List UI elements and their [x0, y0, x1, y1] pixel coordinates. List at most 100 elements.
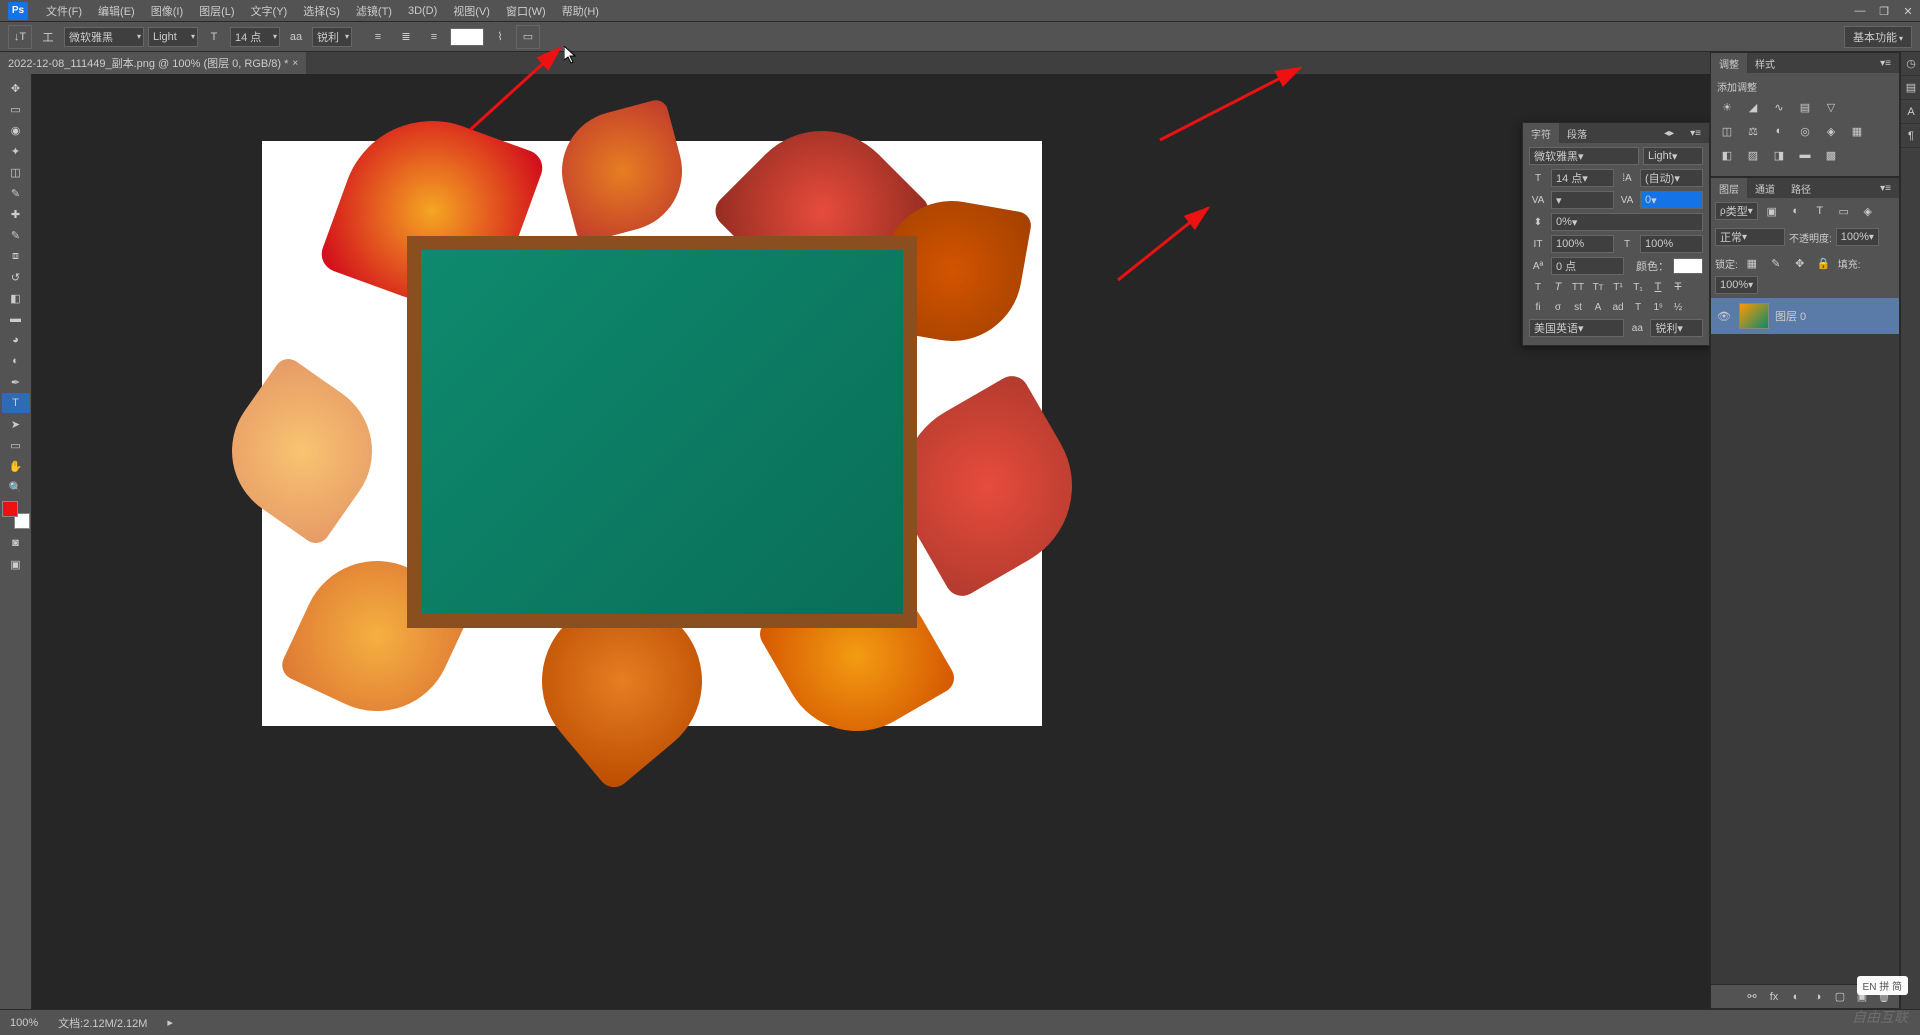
colorlookup-icon[interactable]: ▦	[1847, 122, 1867, 140]
move-tool[interactable]: ✥	[2, 78, 30, 98]
marquee-tool[interactable]: ▭	[2, 99, 30, 119]
filter-type-icon[interactable]: T	[1810, 202, 1830, 220]
curves-icon[interactable]: ∿	[1769, 98, 1789, 116]
selectivecolor-icon[interactable]: ▩	[1821, 146, 1841, 164]
tab-paragraph[interactable]: 段落	[1559, 123, 1595, 143]
text-color-swatch[interactable]	[450, 28, 484, 46]
history-brush-tool[interactable]: ↺	[2, 267, 30, 287]
font-size-select[interactable]: 14 点▾	[230, 27, 280, 47]
layer-name[interactable]: 图层 0	[1775, 308, 1806, 324]
char-hscale2[interactable]: 100%	[1640, 235, 1703, 253]
tab-character[interactable]: 字符	[1523, 123, 1559, 143]
doc-size[interactable]: 文档:2.12M/2.12M	[58, 1015, 147, 1031]
document-tab[interactable]: 2022-12-08_111449_副本.png @ 100% (图层 0, R…	[0, 52, 306, 74]
menu-file[interactable]: 文件(F)	[38, 3, 90, 19]
small-caps[interactable]: Tᴛ	[1589, 279, 1607, 295]
path-selection-tool[interactable]: ➤	[2, 414, 30, 434]
threshold-icon[interactable]: ◨	[1769, 146, 1789, 164]
panel-menu-icon[interactable]: ▾≡	[1872, 53, 1899, 73]
eraser-tool[interactable]: ◧	[2, 288, 30, 308]
tab-layers[interactable]: 图层	[1711, 178, 1747, 198]
menu-filter[interactable]: 滤镜(T)	[348, 3, 400, 19]
channelmixer-icon[interactable]: ◈	[1821, 122, 1841, 140]
colorbalance-icon[interactable]: ⚖	[1743, 122, 1763, 140]
layer-fx-icon[interactable]: fx	[1765, 988, 1783, 1006]
color-swatches[interactable]	[2, 501, 30, 529]
strikethrough[interactable]: T	[1669, 279, 1687, 295]
filter-shape-icon[interactable]: ▭	[1834, 202, 1854, 220]
crop-tool[interactable]: ◫	[2, 162, 30, 182]
char-hscale[interactable]: 100%	[1551, 235, 1614, 253]
dodge-tool[interactable]: ◐	[2, 351, 30, 371]
char-font-family[interactable]: 微软雅黑▾	[1529, 147, 1639, 165]
opentype-ad[interactable]: ad	[1609, 299, 1627, 315]
ime-indicator[interactable]: EN 拼 简	[1857, 976, 1908, 995]
menu-window[interactable]: 窗口(W)	[498, 3, 554, 19]
antialias-select[interactable]: 锐利▾	[312, 27, 352, 47]
zoom-level[interactable]: 100%	[10, 1017, 38, 1029]
opentype-sigma[interactable]: σ	[1549, 299, 1567, 315]
font-family-select[interactable]: 微软雅黑▾	[64, 27, 144, 47]
photofilter-icon[interactable]: ◎	[1795, 122, 1815, 140]
tab-paths[interactable]: 路径	[1783, 178, 1819, 198]
dock-char-icon[interactable]: A	[1901, 100, 1920, 124]
lock-all-icon[interactable]: 🔒	[1814, 254, 1834, 272]
layer-row[interactable]: 👁 图层 0	[1711, 298, 1899, 334]
font-style-select[interactable]: Light▾	[148, 27, 198, 47]
healing-brush-tool[interactable]: ✚	[2, 204, 30, 224]
eyedropper-tool[interactable]: ✎	[2, 183, 30, 203]
foreground-color[interactable]	[2, 501, 18, 517]
lock-image-icon[interactable]: ✎	[1766, 254, 1786, 272]
faux-bold[interactable]: T	[1529, 279, 1547, 295]
gradient-tool[interactable]: ▬	[2, 309, 30, 329]
opacity-input[interactable]: 100% ▾	[1836, 228, 1879, 246]
character-panel-toggle-icon[interactable]: ▭	[516, 25, 540, 49]
hand-tool[interactable]: ✋	[2, 456, 30, 476]
blur-tool[interactable]: ◕	[2, 330, 30, 350]
align-right-icon[interactable]: ≡	[422, 25, 446, 49]
levels-icon[interactable]: ◢	[1743, 98, 1763, 116]
type-tool[interactable]: T	[2, 393, 30, 413]
char-font-style[interactable]: Light▾	[1643, 147, 1703, 165]
minimize-button[interactable]: —	[1848, 0, 1872, 22]
menu-layer[interactable]: 图层(L)	[191, 3, 242, 19]
invert-icon[interactable]: ◧	[1717, 146, 1737, 164]
subscript[interactable]: T₁	[1629, 279, 1647, 295]
char-language[interactable]: 美国英语▾	[1529, 319, 1624, 337]
char-antialias[interactable]: 锐利▾	[1650, 319, 1703, 337]
fill-input[interactable]: 100% ▾	[1715, 276, 1758, 294]
rectangle-tool[interactable]: ▭	[2, 435, 30, 455]
gradientmap-icon[interactable]: ▬	[1795, 146, 1815, 164]
collapse-panel-icon[interactable]: ◂▸	[1656, 123, 1682, 143]
superscript[interactable]: T¹	[1609, 279, 1627, 295]
opentype-A[interactable]: A	[1589, 299, 1607, 315]
canvas[interactable]	[262, 141, 1042, 726]
blend-mode-select[interactable]: 正常 ▾	[1715, 228, 1785, 246]
brightness-icon[interactable]: ☀	[1717, 98, 1737, 116]
brush-tool[interactable]: ✎	[2, 225, 30, 245]
screenmode-tool[interactable]: ▣	[2, 554, 30, 574]
status-arrow-icon[interactable]: ▸	[167, 1016, 173, 1029]
menu-help[interactable]: 帮助(H)	[554, 3, 607, 19]
menu-type[interactable]: 文字(Y)	[243, 3, 296, 19]
filter-adjust-icon[interactable]: ◐	[1786, 202, 1806, 220]
visibility-eye-icon[interactable]: 👁	[1715, 310, 1733, 323]
menu-select[interactable]: 选择(S)	[295, 3, 348, 19]
char-vscale[interactable]: 0%▾	[1551, 213, 1703, 231]
panel-menu-icon[interactable]: ▾≡	[1682, 123, 1709, 143]
tab-styles[interactable]: 样式	[1747, 53, 1783, 73]
char-kerning[interactable]: ▾	[1551, 191, 1614, 209]
opentype-fi[interactable]: fi	[1529, 299, 1547, 315]
maximize-button[interactable]: ❐	[1872, 0, 1896, 22]
close-tab-icon[interactable]: ×	[292, 58, 298, 69]
exposure-icon[interactable]: ▤	[1795, 98, 1815, 116]
lock-transparency-icon[interactable]: ▦	[1742, 254, 1762, 272]
panel-menu-icon[interactable]: ▾≡	[1872, 178, 1899, 198]
quickmask-tool[interactable]: ◙	[2, 533, 30, 553]
dock-history-icon[interactable]: ◷	[1901, 52, 1920, 76]
tab-adjustments[interactable]: 调整	[1711, 53, 1747, 73]
magic-wand-tool[interactable]: ✦	[2, 141, 30, 161]
layer-filter-kind[interactable]: ρ 类型 ▾	[1715, 202, 1758, 220]
char-leading[interactable]: (自动)▾	[1640, 169, 1703, 187]
close-button[interactable]: ✕	[1896, 0, 1920, 22]
